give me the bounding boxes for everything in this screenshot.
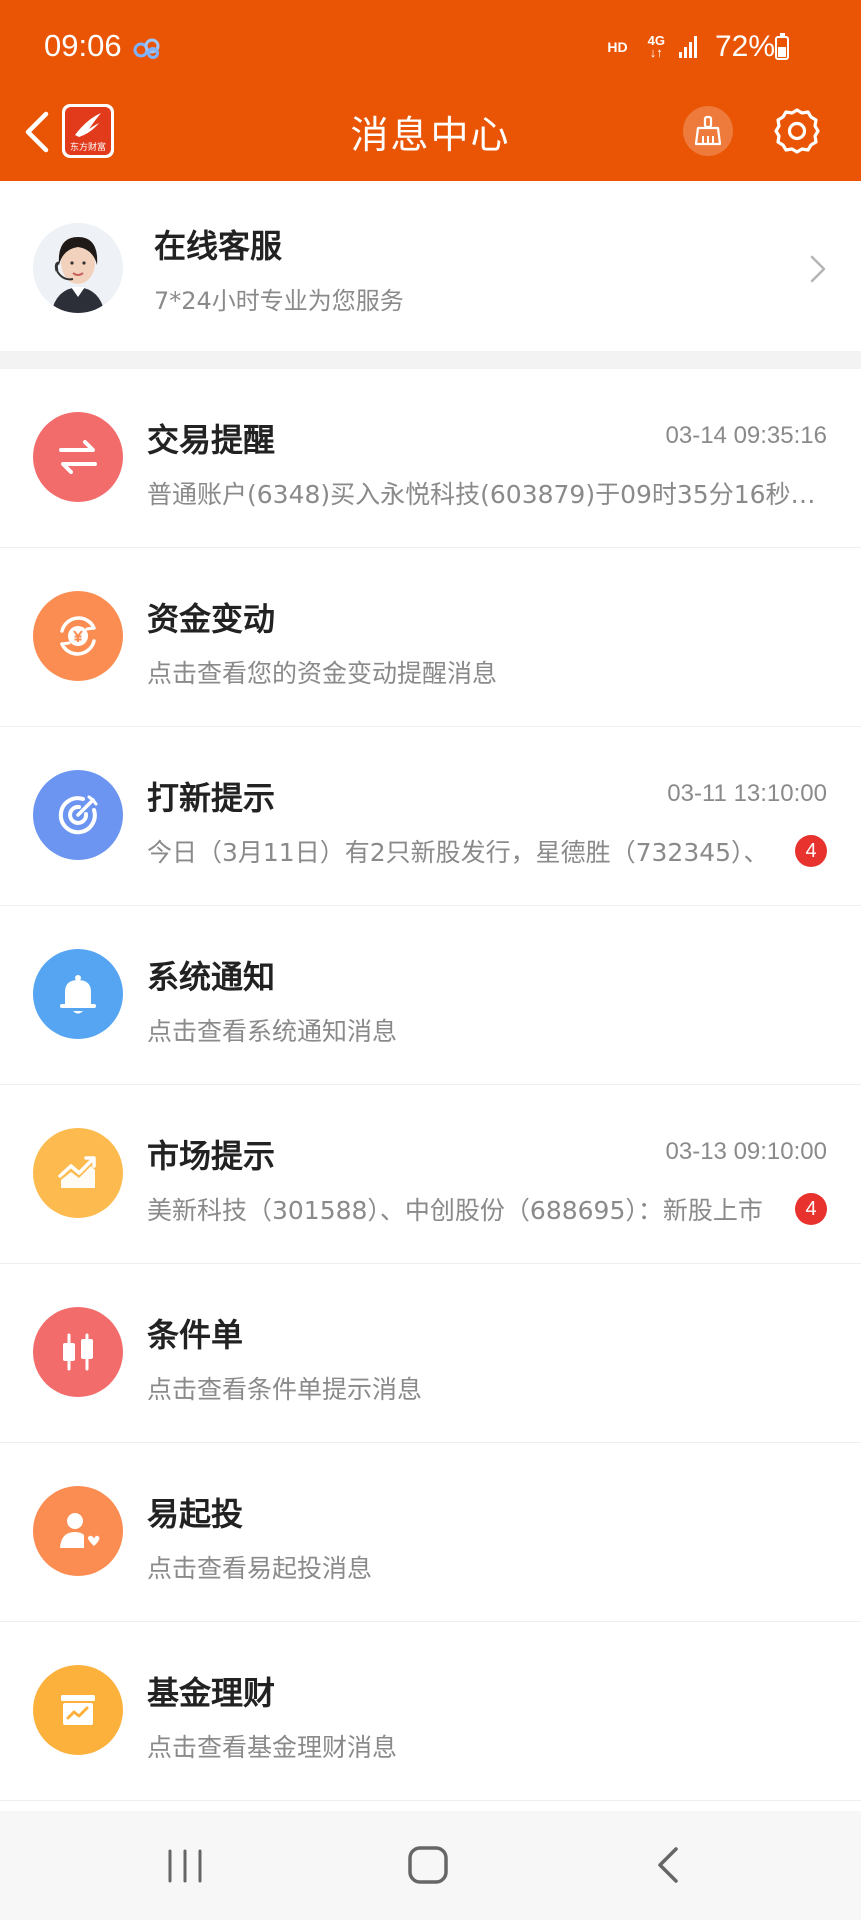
message-preview: 点击查看您的资金变动提醒消息 bbox=[147, 659, 498, 688]
system-back-icon[interactable] bbox=[652, 1843, 682, 1887]
message-item-fund-finance[interactable]: 基金理财 点击查看基金理财消息 bbox=[0, 1622, 861, 1801]
message-preview: 今日（3月11日）有2只新股发行，星德胜（732345）、 bbox=[147, 838, 769, 867]
message-preview: 美新科技（301588）、中创股份（688695）：新股上市 bbox=[147, 1196, 763, 1225]
header-bar: 09:06 HD 4G ↓↑ 72% 东方财富 消息中心 bbox=[0, 0, 861, 181]
customer-service-avatar bbox=[33, 223, 123, 313]
clear-messages-button[interactable] bbox=[683, 106, 733, 156]
message-preview: 点击查看条件单提示消息 bbox=[147, 1375, 423, 1404]
broom-icon bbox=[694, 115, 722, 146]
status-bar: 09:06 HD 4G ↓↑ 72% bbox=[0, 0, 861, 96]
message-time: 03-14 09:35:16 bbox=[665, 422, 827, 449]
network-type: 4G ↓↑ bbox=[647, 33, 665, 60]
message-item-market-alert[interactable]: 市场提示 03-13 09:10:00 美新科技（301588）、中创股份（68… bbox=[0, 1085, 861, 1264]
message-title: 基金理财 bbox=[147, 1674, 276, 1712]
message-title: 市场提示 bbox=[147, 1137, 276, 1175]
unread-badge: 4 bbox=[795, 835, 827, 867]
online-customer-service[interactable]: 在线客服 7*24小时专业为您服务 bbox=[0, 181, 861, 351]
customer-service-name: 在线客服 bbox=[154, 227, 283, 265]
message-preview: 点击查看易起投消息 bbox=[147, 1554, 373, 1583]
message-item-fund-change[interactable]: 资金变动 点击查看您的资金变动提醒消息 bbox=[0, 548, 861, 727]
status-time: 09:06 bbox=[44, 28, 122, 63]
message-title: 资金变动 bbox=[147, 600, 276, 638]
section-divider bbox=[0, 351, 861, 369]
home-icon[interactable] bbox=[405, 1843, 451, 1887]
message-title: 条件单 bbox=[147, 1316, 244, 1354]
exchange-arrows-icon bbox=[33, 412, 123, 502]
message-item-yiqitou[interactable]: 易起投 点击查看易起投消息 bbox=[0, 1443, 861, 1622]
message-title: 打新提示 bbox=[147, 779, 276, 817]
message-item-trade-alert[interactable]: 交易提醒 03-14 09:35:16 普通账户(6348)买入永悦科技(603… bbox=[0, 369, 861, 548]
bell-icon bbox=[33, 949, 123, 1039]
message-preview: 普通账户(6348)买入永悦科技(603879)于09时35分16秒成交 bbox=[147, 480, 827, 509]
chevron-right-icon bbox=[810, 255, 826, 283]
battery-percent: 72% bbox=[714, 30, 775, 63]
cloud-sync-icon bbox=[133, 38, 160, 59]
message-item-system-notice[interactable]: 系统通知 点击查看系统通知消息 bbox=[0, 906, 861, 1085]
message-category-list: 交易提醒 03-14 09:35:16 普通账户(6348)买入永悦科技(603… bbox=[0, 369, 861, 1801]
yuan-refresh-icon bbox=[33, 591, 123, 681]
hd-indicator: HD bbox=[607, 39, 628, 55]
message-title: 易起投 bbox=[147, 1495, 244, 1533]
status-indicators: HD 4G ↓↑ 72% bbox=[607, 30, 775, 64]
message-item-ipo-alert[interactable]: 打新提示 03-11 13:10:00 今日（3月11日）有2只新股发行，星德胜… bbox=[0, 727, 861, 906]
message-title: 系统通知 bbox=[147, 958, 276, 996]
message-time: 03-13 09:10:00 bbox=[665, 1138, 827, 1165]
system-navigation-bar bbox=[0, 1811, 861, 1920]
message-item-conditional-order[interactable]: 条件单 点击查看条件单提示消息 bbox=[0, 1264, 861, 1443]
message-title: 交易提醒 bbox=[147, 421, 276, 459]
fund-chart-icon bbox=[33, 1665, 123, 1755]
message-time: 03-11 13:10:00 bbox=[667, 780, 827, 807]
signal-icon bbox=[678, 36, 697, 58]
customer-service-subtitle: 7*24小时专业为您服务 bbox=[154, 287, 404, 315]
battery-icon bbox=[775, 33, 789, 60]
screen: 09:06 HD 4G ↓↑ 72% 东方财富 消息中心 在线客服 7*24小时… bbox=[0, 0, 861, 1920]
message-preview: 点击查看系统通知消息 bbox=[147, 1017, 398, 1046]
recent-apps-icon[interactable] bbox=[160, 1841, 210, 1891]
candlestick-icon bbox=[33, 1307, 123, 1397]
message-preview: 点击查看基金理财消息 bbox=[147, 1733, 398, 1762]
settings-gear-icon[interactable] bbox=[770, 104, 824, 158]
target-icon bbox=[33, 770, 123, 860]
user-heart-icon bbox=[33, 1486, 123, 1576]
unread-badge: 4 bbox=[795, 1193, 827, 1225]
trend-chart-icon bbox=[33, 1128, 123, 1218]
